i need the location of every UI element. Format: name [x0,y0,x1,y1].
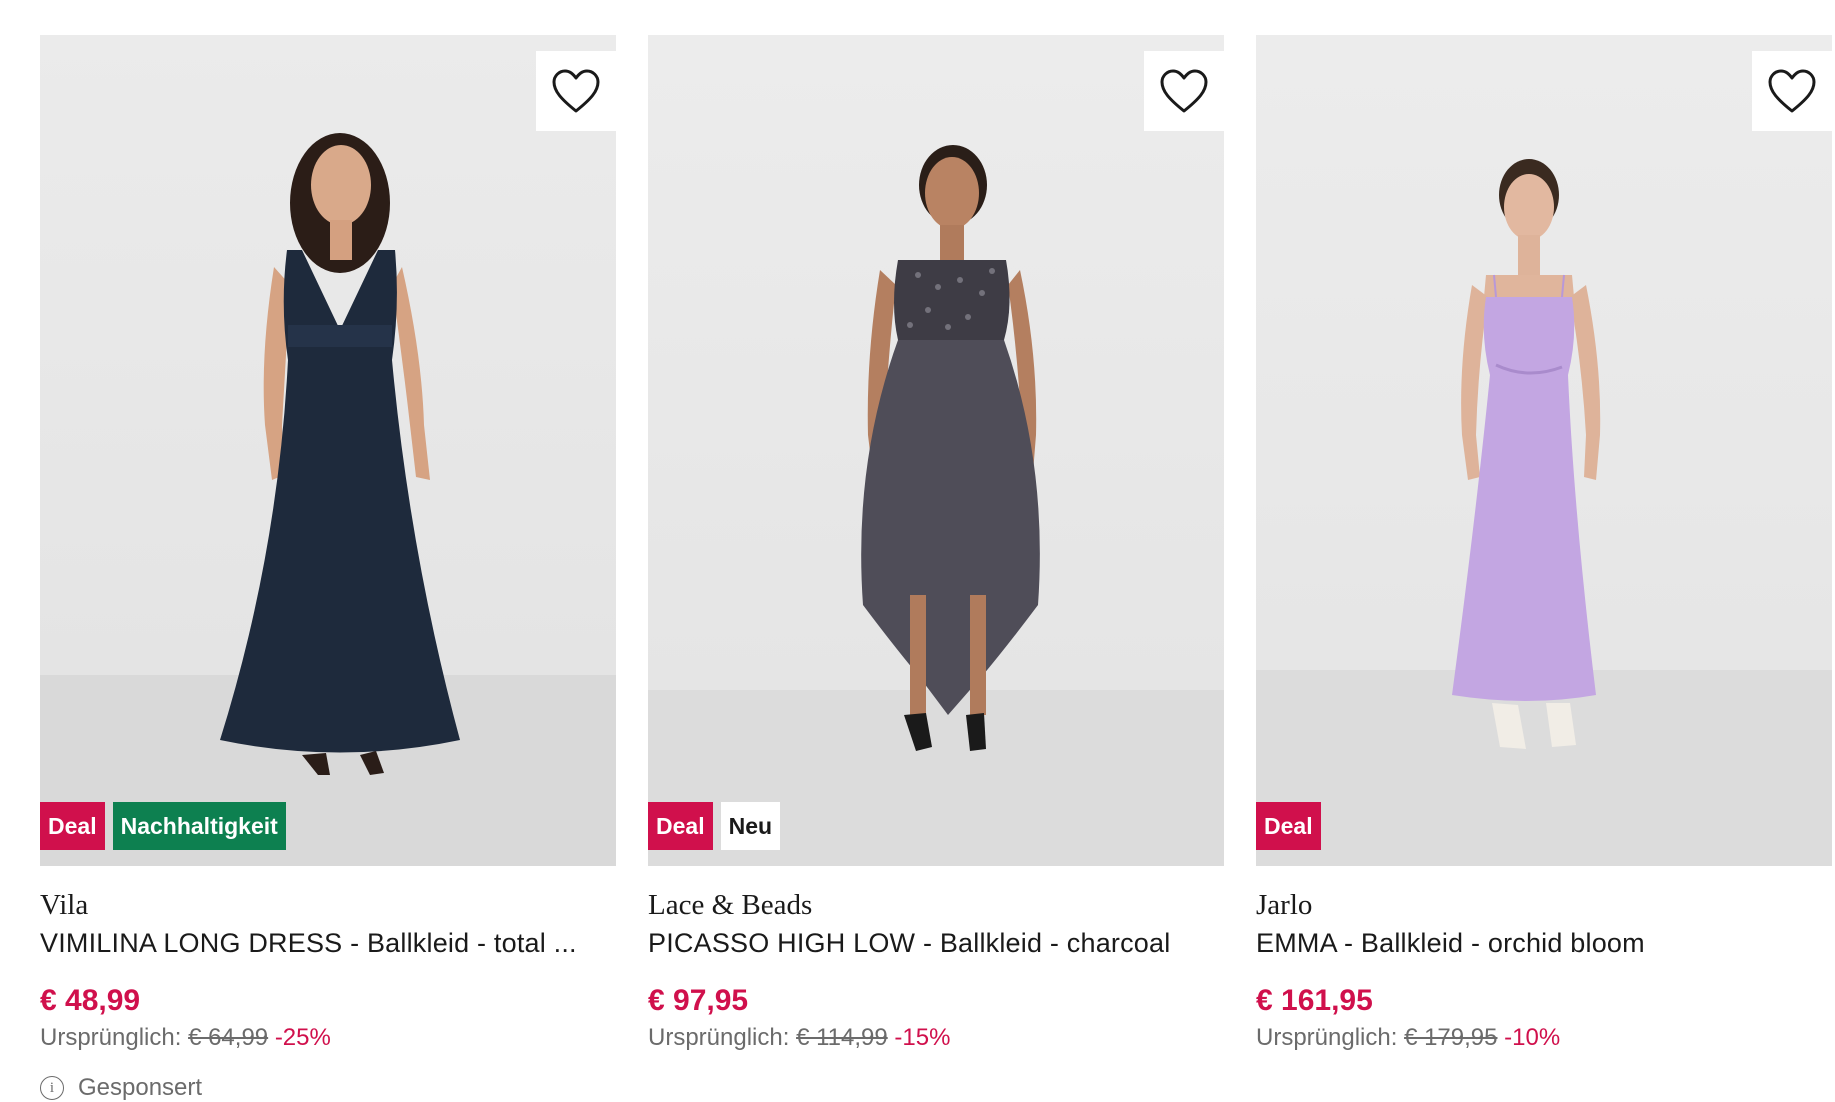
product-image[interactable]: Deal Nachhaltigkeit [40,35,616,866]
original-label: Ursprünglich: [40,1024,182,1051]
product-name[interactable]: VIMILINA LONG DRESS - Ballkleid - total … [40,924,616,962]
discount-percent: -10% [1504,1024,1561,1051]
original-price: € 64,99 [188,1024,269,1051]
original-price-line: Ursprünglich: € 114,99 -15% [648,1020,1224,1056]
wishlist-button[interactable] [1752,51,1832,131]
product-image[interactable]: Deal Neu [648,35,1224,866]
original-label: Ursprünglich: [1256,1024,1398,1051]
original-label: Ursprünglich: [648,1024,790,1051]
deal-flag: Deal [40,802,105,850]
deal-flag: Deal [1256,802,1321,850]
deal-flag: Deal [648,802,713,850]
product-brand: Jarlo [1256,889,1313,921]
product-flags: Deal [1256,802,1321,850]
info-icon[interactable]: i [40,1076,64,1100]
heart-icon [1768,69,1816,113]
product-price: € 161,95 [1256,984,1373,1017]
original-price-line: Ursprünglich: € 179,95 -10% [1256,1020,1832,1056]
product-image[interactable]: Deal [1256,35,1832,866]
wishlist-button[interactable] [1144,51,1224,131]
original-price: € 114,99 [796,1024,888,1051]
original-price: € 179,95 [1404,1024,1498,1051]
discount-percent: -25% [274,1024,331,1051]
product-card[interactable]: Deal Nachhaltigkeit Vila VIMILINA LONG D… [40,35,616,1056]
sponsored-text: Gesponsert [78,1074,203,1101]
heart-icon [1160,69,1208,113]
wishlist-button[interactable] [536,51,616,131]
product-name[interactable]: PICASSO HIGH LOW - Ballkleid - charcoal [648,924,1224,962]
discount-percent: -15% [894,1024,951,1051]
product-price: € 97,95 [648,984,749,1017]
product-photo [40,35,616,866]
product-name[interactable]: EMMA - Ballkleid - orchid bloom [1256,924,1832,962]
product-price: € 48,99 [40,984,141,1017]
product-flags: Deal Nachhaltigkeit [40,802,286,850]
sustainability-flag: Nachhaltigkeit [112,802,286,850]
product-brand: Lace & Beads [648,889,813,921]
product-brand: Vila [40,889,89,921]
heart-icon [552,69,600,113]
product-photo [648,35,1224,866]
sponsored-label[interactable]: i Gesponsert [40,1074,202,1102]
product-card[interactable]: Deal Jarlo EMMA - Ballkleid - orchid blo… [1256,35,1832,1056]
new-flag: Neu [720,802,781,850]
product-card[interactable]: Deal Neu Lace & Beads PICASSO HIGH LOW -… [648,35,1224,1056]
original-price-line: Ursprünglich: € 64,99 -25% [40,1020,616,1056]
product-photo [1256,35,1832,866]
product-flags: Deal Neu [648,802,781,850]
